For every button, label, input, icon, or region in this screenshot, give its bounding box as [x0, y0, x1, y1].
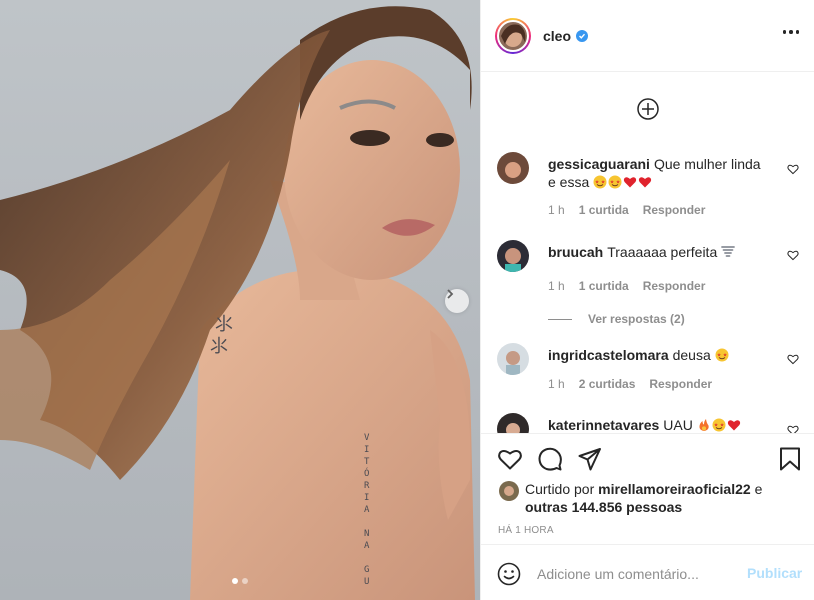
comment-text: ingridcastelomara deusa — [548, 346, 770, 364]
comment-icon[interactable] — [537, 446, 563, 472]
liked-by: Curtido por mirellamoreiraoficial22 e ou… — [499, 480, 785, 516]
svg-text:I: I — [364, 445, 369, 455]
svg-text:⺢: ⺢ — [210, 336, 228, 357]
comment-username[interactable]: bruucah — [548, 244, 603, 260]
comment-meta: 1 h 1 curtida Responder — [548, 279, 705, 293]
post-actions: Curtido por mirellamoreiraoficial22 e ou… — [481, 433, 814, 544]
post-timestamp[interactable]: Há 1 hora — [498, 525, 554, 536]
liked-by-text: Curtido por mirellamoreiraoficial22 e ou… — [525, 480, 785, 516]
reply-button[interactable]: Responder — [643, 279, 706, 293]
view-replies-line — [548, 318, 572, 320]
carousel-indicator — [0, 578, 480, 584]
comment-username[interactable]: gessicaguarani — [548, 156, 650, 172]
heart-outline-icon[interactable] — [787, 163, 799, 175]
heart-icon[interactable] — [497, 446, 523, 472]
avatar-story-ring[interactable] — [495, 17, 531, 54]
comment-time[interactable]: 1 h — [548, 279, 565, 293]
red-heart-emoji-icon — [638, 175, 652, 189]
tornado-emoji-icon — [721, 245, 736, 259]
comment-avatar[interactable] — [497, 152, 529, 184]
comment-like-count[interactable]: 2 curtidas — [579, 377, 636, 391]
comment-meta: 1 h 2 curtidas Responder — [548, 377, 712, 391]
comments-list: gessicaguarani Que mulher linda e essa 1 … — [481, 73, 814, 433]
avatar — [497, 19, 529, 52]
svg-text:T: T — [364, 457, 370, 467]
more-options-icon[interactable] — [781, 26, 802, 38]
verified-badge-icon — [576, 29, 589, 42]
svg-text:A: A — [364, 505, 370, 515]
chevron-right-icon — [447, 289, 454, 299]
comment-time[interactable]: 1 h — [548, 203, 565, 217]
comment-avatar[interactable] — [497, 240, 529, 272]
share-icon[interactable] — [577, 446, 603, 472]
view-replies-label: Ver respostas (2) — [588, 312, 685, 326]
view-replies-button[interactable]: Ver respostas (2) — [548, 312, 685, 326]
post-photo[interactable]: ⺢ ⺢ VIT ÓRI ANA GU — [0, 0, 480, 600]
svg-text:V: V — [364, 433, 370, 443]
carousel-dot — [242, 578, 248, 584]
star-struck-emoji-icon — [712, 418, 726, 432]
add-comment-bar: Publicar — [481, 544, 814, 600]
svg-text:I: I — [364, 493, 369, 503]
red-heart-emoji-icon — [727, 418, 741, 432]
red-heart-emoji-icon — [623, 175, 637, 189]
liked-by-username[interactable]: mirellamoreiraoficial22 — [598, 481, 751, 497]
heart-outline-icon[interactable] — [787, 424, 799, 433]
liked-by-avatar[interactable] — [499, 481, 519, 501]
fire-emoji-icon — [697, 418, 711, 432]
comment-avatar[interactable] — [497, 413, 529, 433]
emoji-smile-icon[interactable] — [497, 562, 521, 586]
comment-message: UAU — [663, 417, 693, 433]
header-username[interactable]: cleo — [543, 28, 571, 44]
svg-text:A: A — [364, 541, 370, 551]
comment-like-count[interactable]: 1 curtida — [579, 203, 629, 217]
comment-message: Traaaaaa perfeita — [607, 244, 718, 260]
star-struck-emoji-icon — [593, 175, 607, 189]
carousel-next-button[interactable] — [445, 289, 469, 313]
liked-by-others-link[interactable]: outras 144.856 pessoas — [525, 499, 682, 515]
reply-button[interactable]: Responder — [649, 377, 712, 391]
bookmark-icon[interactable] — [777, 446, 803, 472]
load-more-comments-icon[interactable] — [637, 98, 659, 120]
svg-text:⺢: ⺢ — [215, 314, 233, 335]
reply-button[interactable]: Responder — [643, 203, 706, 217]
liked-by-and: e — [754, 481, 763, 497]
comment-message: deusa — [672, 347, 711, 363]
star-struck-emoji-icon — [608, 175, 622, 189]
comment-username[interactable]: ingridcastelomara — [548, 347, 669, 363]
post-side-panel: cleo gessicaguarani Que mulher linda e es… — [480, 0, 814, 600]
comment-text: katerinnetavares UAU — [548, 416, 770, 433]
svg-text:R: R — [364, 481, 370, 491]
comment-avatar[interactable] — [497, 343, 529, 375]
heart-outline-icon[interactable] — [787, 249, 799, 261]
publish-button[interactable]: Publicar — [747, 565, 802, 581]
svg-text:Ó: Ó — [364, 467, 369, 479]
carousel-dot-active — [232, 578, 238, 584]
comment-like-count[interactable]: 1 curtida — [579, 279, 629, 293]
comment-input[interactable] — [537, 563, 737, 585]
comment-meta: 1 h 1 curtida Responder — [548, 203, 705, 217]
comment-text: bruucah Traaaaaa perfeita — [548, 243, 770, 261]
comment-username[interactable]: katerinnetavares — [548, 417, 659, 433]
heart-outline-icon[interactable] — [787, 353, 799, 365]
post-header: cleo — [481, 0, 814, 72]
liked-by-prefix: Curtido por — [525, 481, 595, 497]
svg-text:N: N — [364, 529, 369, 539]
comment-text: gessicaguarani Que mulher linda e essa — [548, 155, 770, 191]
comment-time[interactable]: 1 h — [548, 377, 565, 391]
svg-text:G: G — [364, 565, 369, 575]
star-struck-emoji-icon — [715, 348, 729, 362]
post-photo-illustration: ⺢ ⺢ VIT ÓRI ANA GU — [0, 6, 475, 600]
